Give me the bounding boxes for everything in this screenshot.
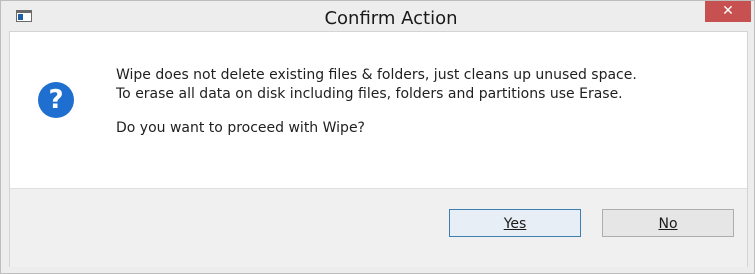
message-area: ? Wipe does not delete existing files & … xyxy=(10,32,747,188)
message-line-2: To erase all data on disk including file… xyxy=(116,86,623,102)
yes-button-label: Yes xyxy=(503,216,527,232)
dialog-body: ? Wipe does not delete existing files & … xyxy=(9,31,748,267)
yes-button[interactable]: Yes xyxy=(449,209,581,237)
close-button[interactable]: ✕ xyxy=(705,1,751,22)
confirm-dialog: Confirm Action ✕ ? Wipe does not delete … xyxy=(0,0,755,274)
no-button-label: No xyxy=(658,216,678,232)
dialog-title: Confirm Action xyxy=(324,8,458,29)
app-window-icon xyxy=(16,10,32,22)
close-icon: ✕ xyxy=(722,3,734,19)
question-icon: ? xyxy=(38,82,74,118)
message-question: Do you want to proceed with Wipe? xyxy=(116,120,365,136)
title-bar[interactable]: Confirm Action ✕ xyxy=(1,1,754,31)
message-line-1: Wipe does not delete existing files & fo… xyxy=(116,67,637,83)
button-bar: Yes No xyxy=(10,188,747,267)
no-button[interactable]: No xyxy=(602,209,734,237)
